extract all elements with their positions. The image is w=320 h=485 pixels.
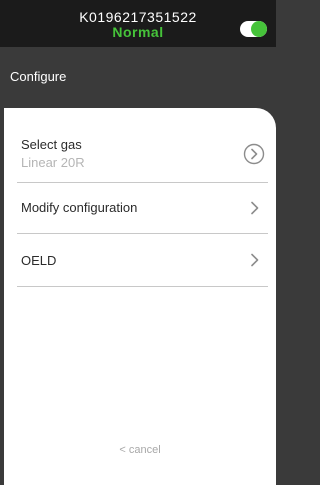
page-title: Configure bbox=[10, 69, 67, 84]
menu-item-label: Select gas bbox=[21, 137, 82, 152]
circle-chevron-right-icon[interactable] bbox=[243, 143, 265, 165]
chevron-right-icon bbox=[251, 201, 259, 215]
menu-item-oeld[interactable]: OELD bbox=[17, 234, 268, 287]
menu-item-label: OELD bbox=[21, 253, 57, 268]
status-text: Normal bbox=[112, 24, 164, 40]
status-toggle[interactable] bbox=[240, 21, 267, 37]
menu-item-label: Modify configuration bbox=[21, 200, 138, 215]
cancel-link[interactable]: < cancel bbox=[4, 444, 276, 456]
menu-card: Select gas Linear 20R Modify configurati… bbox=[4, 108, 276, 485]
configure-screen: K0196217351522 Normal Configure Select g… bbox=[0, 0, 276, 485]
chevron-right-icon bbox=[251, 253, 259, 267]
status-header: K0196217351522 Normal bbox=[0, 0, 276, 47]
menu-item-select-gas[interactable]: Select gas Linear 20R bbox=[17, 108, 268, 183]
device-id: K0196217351522 bbox=[79, 9, 197, 25]
toggle-knob bbox=[251, 21, 267, 37]
menu-item-sublabel: Linear 20R bbox=[21, 155, 85, 170]
menu-item-modify-configuration[interactable]: Modify configuration bbox=[17, 183, 268, 234]
